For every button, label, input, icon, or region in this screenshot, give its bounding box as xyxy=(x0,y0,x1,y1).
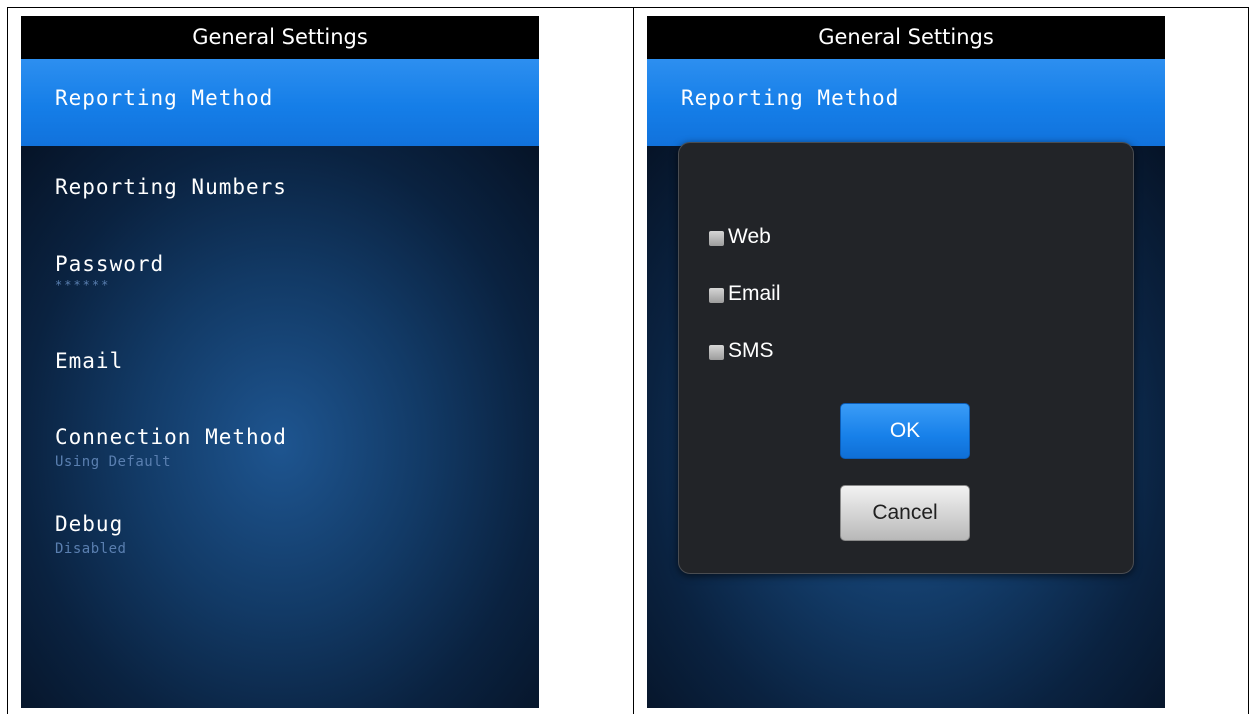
option-label: SMS xyxy=(728,339,774,362)
checkbox-icon[interactable] xyxy=(709,345,724,360)
table-border-top xyxy=(7,7,1249,8)
menu-item-debug[interactable]: Debug Disabled xyxy=(55,512,126,557)
screen-title: General Settings xyxy=(21,16,539,59)
screen-title: General Settings xyxy=(647,16,1165,59)
settings-screen-left: General Settings Reporting Method Report… xyxy=(21,16,539,708)
menu-item-reporting-method[interactable]: Reporting Method xyxy=(647,59,1165,146)
option-label: Email xyxy=(728,282,781,305)
menu-item-connection-method[interactable]: Connection Method Using Default xyxy=(55,425,287,470)
menu-item-label: Password xyxy=(55,252,165,276)
checkbox-icon[interactable] xyxy=(709,231,724,246)
checkbox-icon[interactable] xyxy=(709,288,724,303)
cancel-button[interactable]: Cancel xyxy=(840,485,970,541)
menu-item-label: Reporting Method xyxy=(55,86,274,110)
table-divider xyxy=(633,7,634,714)
debug-value: Disabled xyxy=(55,541,127,557)
password-masked-value: ****** xyxy=(55,278,111,292)
menu-item-reporting-numbers[interactable]: Reporting Numbers xyxy=(55,175,287,199)
reporting-method-dialog: Web Email SMS OK Cancel xyxy=(678,142,1134,574)
menu-item-label: Reporting Numbers xyxy=(55,175,287,199)
menu-item-label: Connection Method xyxy=(55,425,287,449)
settings-screen-right: General Settings Reporting Method Web Em… xyxy=(647,16,1165,708)
ok-button[interactable]: OK xyxy=(840,403,970,459)
menu-item-label: Email xyxy=(55,349,124,373)
option-label: Web xyxy=(728,225,771,248)
menu-item-email[interactable]: Email xyxy=(55,349,123,373)
menu-item-label: Reporting Method xyxy=(681,86,900,110)
table-border-right xyxy=(1248,7,1249,714)
table-border-left xyxy=(7,7,8,714)
menu-item-password[interactable]: Password ****** xyxy=(55,252,164,292)
connection-method-value: Using Default xyxy=(55,454,172,470)
menu-item-label: Debug xyxy=(55,512,124,536)
menu-item-reporting-method[interactable]: Reporting Method xyxy=(21,59,539,146)
